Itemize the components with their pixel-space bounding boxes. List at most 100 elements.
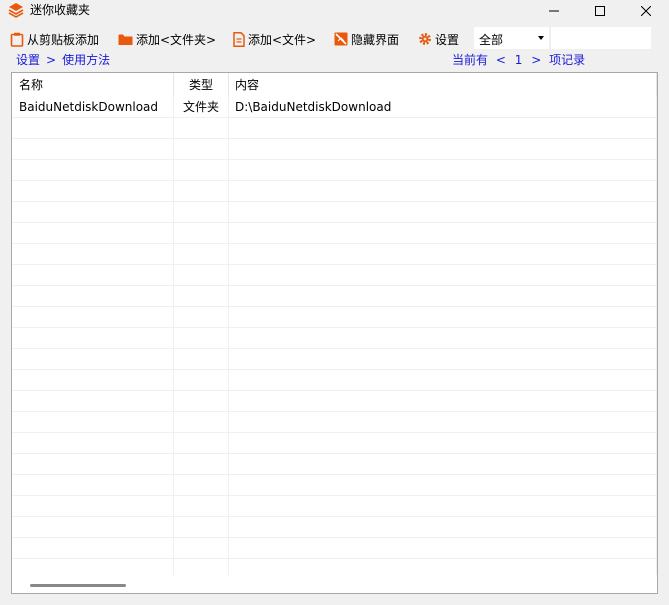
column-header-type[interactable]: 类型 [174,73,229,97]
horizontal-scrollbar[interactable] [12,575,657,593]
hide-icon [334,32,348,46]
add-folder-label: 添加<文件夹> [136,32,217,47]
empty-row [12,286,657,307]
folder-icon [118,34,133,45]
empty-cell [229,202,657,222]
empty-row [12,223,657,244]
breadcrumb: 设置 > 使用方法 [16,51,110,69]
empty-cell [12,139,174,159]
empty-row [12,265,657,286]
layers-icon [8,3,24,18]
minimize-button[interactable] [531,0,577,22]
close-button[interactable] [623,0,669,22]
record-count: 当前有 < 1 > 项记录 [452,51,585,69]
empty-cell [174,160,229,180]
empty-cell [229,223,657,243]
empty-cell [229,391,657,411]
empty-cell [174,118,229,138]
settings-label: 设置 [435,32,460,47]
table-body: BaiduNetdiskDownload 文件夹 D:\BaiduNetdisk… [12,97,657,580]
empty-cell [229,118,657,138]
empty-cell [12,265,174,285]
empty-row [12,391,657,412]
hide-ui-button[interactable]: 隐藏界面 [334,26,399,52]
empty-cell [12,517,174,537]
empty-row [12,139,657,160]
empty-cell [174,496,229,516]
empty-cell [229,454,657,474]
empty-cell [12,307,174,327]
empty-row [12,412,657,433]
empty-cell [174,454,229,474]
records-table[interactable]: 名称 类型 内容 BaiduNetdiskDownload 文件夹 D:\Bai… [11,72,658,594]
empty-cell [229,412,657,432]
maximize-button[interactable] [577,0,623,22]
empty-cell [174,370,229,390]
breadcrumb-separator: > [46,53,57,67]
minimize-icon [549,10,559,12]
empty-cell [229,433,657,453]
paste-add-button[interactable]: 从剪贴板添加 [10,26,99,52]
next-page-link[interactable]: > [531,53,541,67]
empty-cell [174,202,229,222]
empty-cell [12,244,174,264]
window-title: 迷你收藏夹 [30,3,91,17]
chevron-down-icon [538,36,544,40]
empty-cell [12,412,174,432]
empty-row [12,433,657,454]
clipboard-icon [10,32,24,47]
empty-cell [12,349,174,369]
empty-cell [174,328,229,348]
column-header-name[interactable]: 名称 [12,73,174,97]
prev-page-link[interactable]: < [496,53,506,67]
close-icon [641,6,651,16]
empty-row [12,244,657,265]
empty-cell [12,538,174,558]
empty-cell [229,475,657,495]
empty-row [12,307,657,328]
empty-cell [12,391,174,411]
settings-link[interactable]: 设置 [16,53,40,67]
empty-cell [12,202,174,222]
empty-cell [229,538,657,558]
filter-select[interactable]: 全部 [474,27,549,49]
settings-button[interactable]: 设置 [418,26,459,52]
empty-cell [229,328,657,348]
empty-cell [12,118,174,138]
empty-row [12,160,657,181]
empty-cell [229,265,657,285]
scrollbar-thumb[interactable] [30,584,126,587]
empty-cell [229,307,657,327]
empty-cell [174,538,229,558]
empty-cell [12,328,174,348]
empty-cell [12,370,174,390]
empty-cell [174,307,229,327]
column-header-content[interactable]: 内容 [229,73,657,97]
table-header: 名称 类型 内容 [12,73,657,97]
count-suffix: 项记录 [549,53,586,67]
empty-cell [174,244,229,264]
count-prefix: 当前有 [452,53,489,67]
empty-cell [12,160,174,180]
empty-row [12,118,657,139]
empty-cell [229,349,657,369]
empty-row [12,496,657,517]
maximize-icon [595,6,605,16]
empty-cell [174,391,229,411]
add-folder-button[interactable]: 添加<文件夹> [118,26,216,52]
empty-cell [12,496,174,516]
empty-cell [12,181,174,201]
empty-cell [174,475,229,495]
empty-row [12,202,657,223]
empty-row [12,475,657,496]
add-file-button[interactable]: 添加<文件> [233,26,316,52]
empty-row [12,181,657,202]
empty-cell [174,412,229,432]
search-input[interactable] [551,27,651,49]
empty-row [12,454,657,475]
cell-content: D:\BaiduNetdiskDownload [229,97,657,117]
usage-link[interactable]: 使用方法 [62,53,110,67]
empty-cell [12,454,174,474]
table-row[interactable]: BaiduNetdiskDownload 文件夹 D:\BaiduNetdisk… [12,97,657,118]
empty-cell [229,517,657,537]
